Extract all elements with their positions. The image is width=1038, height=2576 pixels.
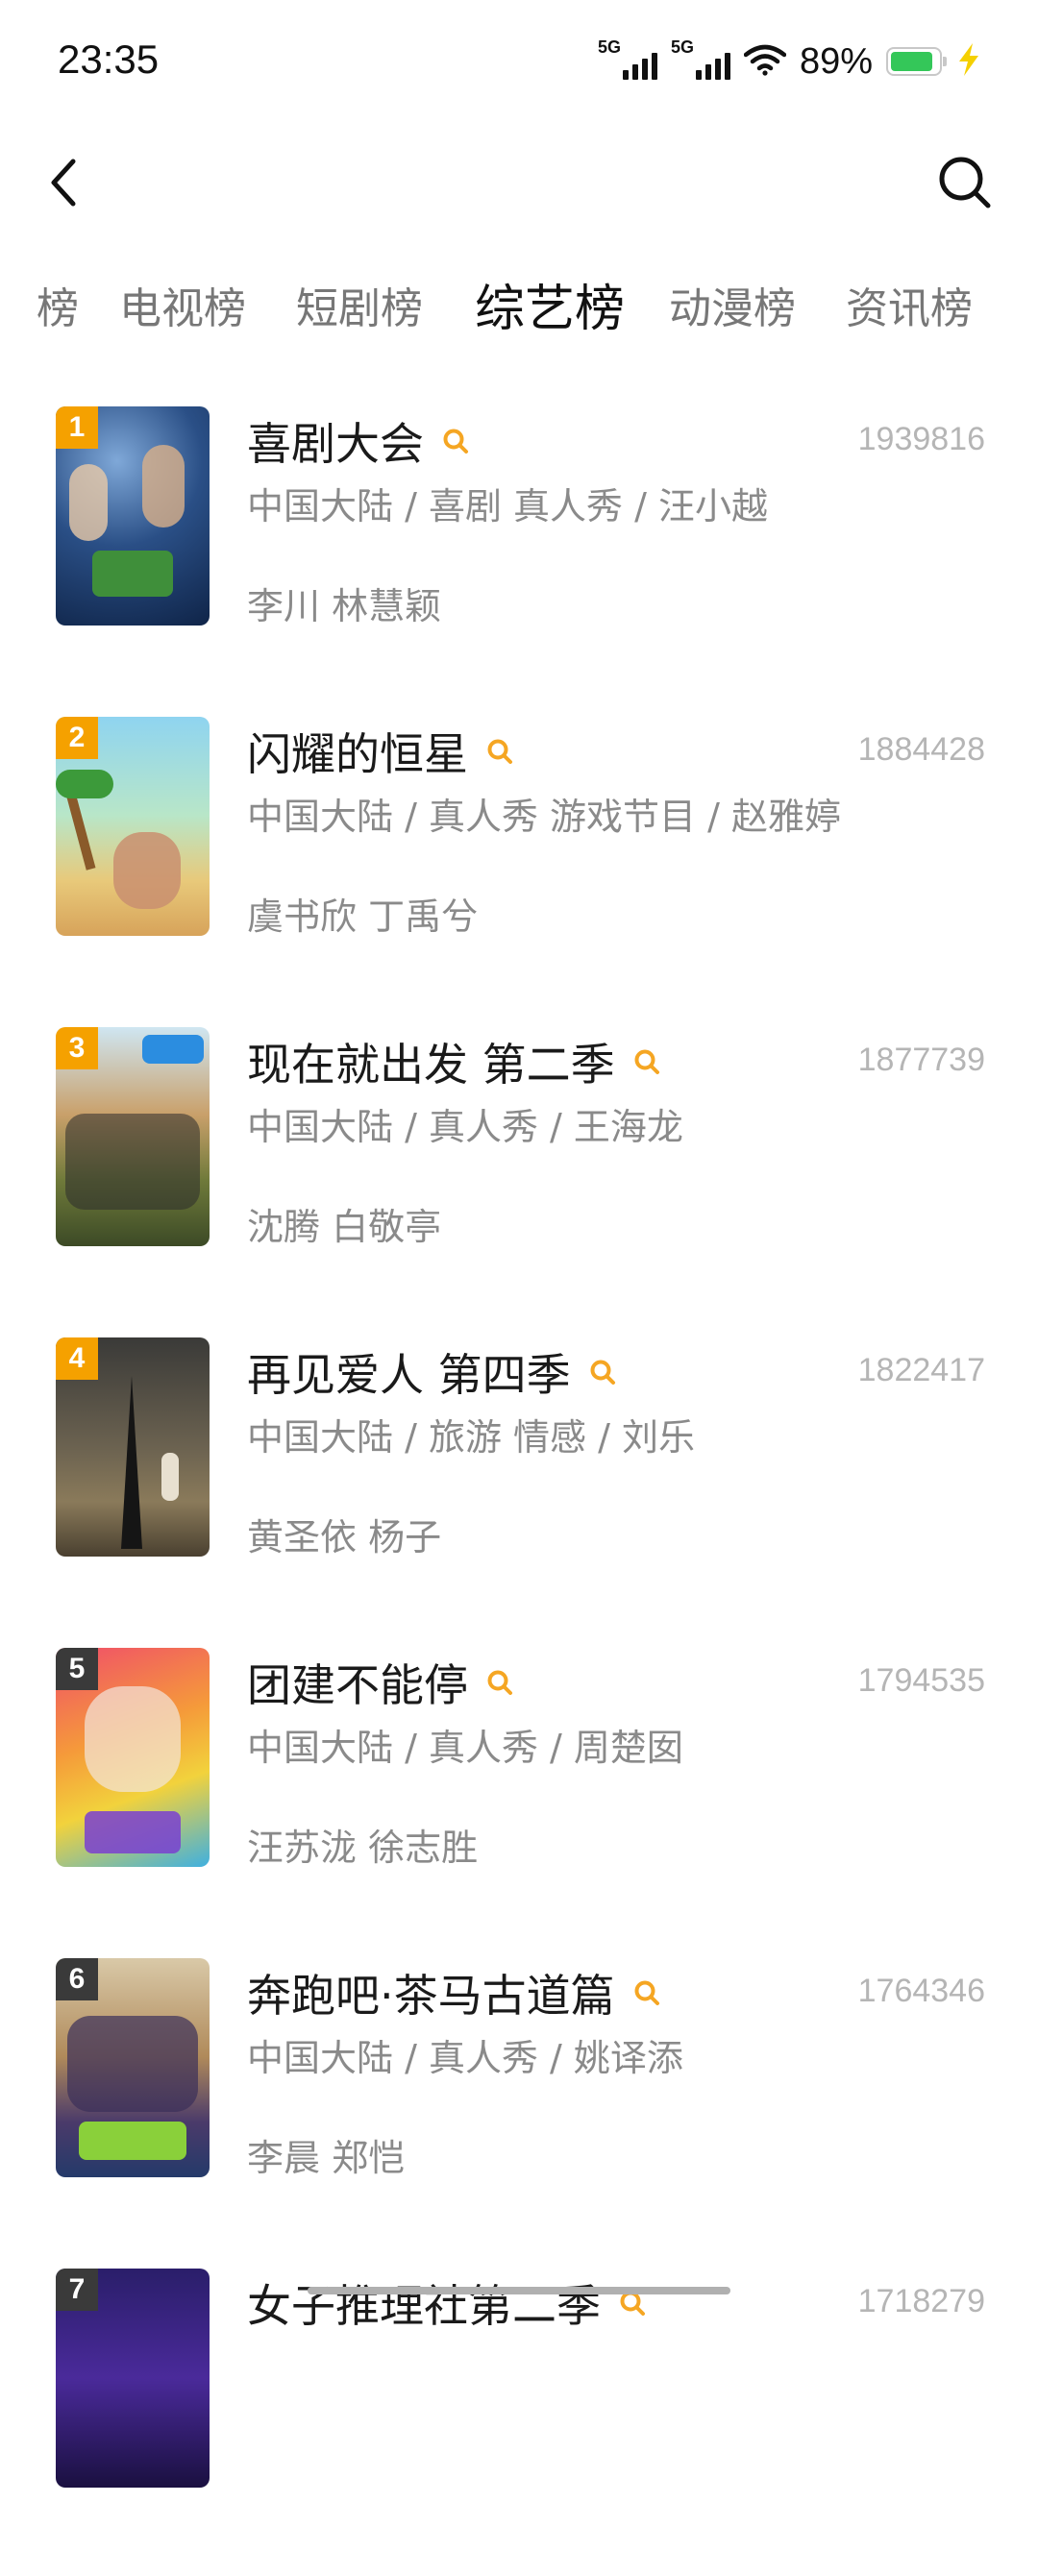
heat-score: 1877739 — [857, 1042, 985, 1078]
wifi-icon — [743, 43, 787, 80]
poster-image[interactable]: 5 — [56, 1648, 210, 1867]
item-cast: 李晨 郑恺 — [247, 2137, 406, 2179]
item-title[interactable]: 闪耀的恒星 — [247, 720, 468, 783]
heat-score: 1884428 — [857, 731, 985, 768]
back-button[interactable] — [35, 144, 92, 221]
heat-score: 1822417 — [857, 1352, 985, 1388]
list-item[interactable]: 7 女子推理社第二季 1718279 — [0, 2266, 1038, 2576]
rank-badge: 1 — [56, 406, 98, 449]
item-title[interactable]: 再见爱人 第四季 — [247, 1340, 571, 1404]
item-cast: 虞书欣 丁禹兮 — [247, 895, 479, 938]
rank-badge: 4 — [56, 1337, 98, 1380]
list-item[interactable]: 4 再见爱人 第四季 1822417 中国大陆 / 旅游 情感 / 刘乐 黄圣依… — [0, 1335, 1038, 1645]
tab-variety[interactable]: 综艺榜 — [475, 274, 625, 340]
poster-image[interactable]: 3 — [56, 1027, 210, 1246]
charging-icon — [955, 42, 982, 81]
search-icon[interactable] — [441, 427, 470, 455]
item-cast: 汪苏泷 徐志胜 — [247, 1827, 479, 1869]
search-icon[interactable] — [588, 1358, 617, 1386]
item-title[interactable]: 女子推理社第二季 — [247, 2271, 601, 2335]
heat-score: 1764346 — [857, 1973, 985, 2009]
ranking-tabs: 榜 电视榜 短剧榜 综艺榜 动漫榜 资讯榜 — [0, 274, 1038, 351]
ranking-list: 1 喜剧大会 1939816 中国大陆 / 喜剧 真人秀 / 汪小越 李川 林慧… — [0, 404, 1038, 2576]
heat-score: 1718279 — [857, 2283, 985, 2319]
rank-badge: 5 — [56, 1648, 98, 1690]
list-item[interactable]: 5 团建不能停 1794535 中国大陆 / 真人秀 / 周楚囡 汪苏泷 徐志胜 — [0, 1645, 1038, 1955]
search-button[interactable] — [927, 144, 1003, 221]
item-title[interactable]: 团建不能停 — [247, 1651, 468, 1714]
rank-badge: 2 — [56, 717, 98, 759]
tab-anime[interactable]: 动漫榜 — [669, 274, 796, 335]
rank-badge: 3 — [56, 1027, 98, 1069]
signal-icon-sim1: 5G — [598, 37, 657, 82]
item-meta: 中国大陆 / 真人秀 / 姚译添 — [247, 2037, 683, 2079]
status-icons: 5G 5G 89% — [598, 37, 982, 85]
item-meta: 中国大陆 / 喜剧 真人秀 / 汪小越 — [247, 485, 769, 527]
battery-percent: 89% — [799, 40, 873, 82]
list-item[interactable]: 1 喜剧大会 1939816 中国大陆 / 喜剧 真人秀 / 汪小越 李川 林慧… — [0, 404, 1038, 714]
search-icon[interactable] — [632, 1047, 661, 1076]
item-cast: 李川 林慧颖 — [247, 585, 442, 627]
tab-tv[interactable]: 电视榜 — [119, 274, 246, 335]
poster-image[interactable]: 2 — [56, 717, 210, 936]
search-icon[interactable] — [485, 1668, 514, 1697]
signal-icon-sim2: 5G — [671, 37, 730, 82]
poster-image[interactable]: 1 — [56, 406, 210, 626]
item-meta: 中国大陆 / 真人秀 / 王海龙 — [247, 1106, 683, 1148]
item-title[interactable]: 奔跑吧·茶马古道篇 — [247, 1961, 615, 2024]
search-icon[interactable] — [632, 1978, 661, 2007]
chevron-left-icon — [51, 159, 76, 207]
heat-score: 1939816 — [857, 421, 985, 457]
poster-image[interactable]: 6 — [56, 1958, 210, 2177]
tab-news[interactable]: 资讯榜 — [846, 274, 973, 335]
rank-badge: 7 — [56, 2269, 98, 2311]
search-icon — [939, 157, 991, 209]
item-meta: 中国大陆 / 真人秀 游戏节目 / 赵雅婷 — [247, 796, 842, 838]
list-item[interactable]: 6 奔跑吧·茶马古道篇 1764346 中国大陆 / 真人秀 / 姚译添 李晨 … — [0, 1955, 1038, 2266]
list-item[interactable]: 3 现在就出发 第二季 1877739 中国大陆 / 真人秀 / 王海龙 沈腾 … — [0, 1024, 1038, 1335]
battery-icon — [886, 47, 947, 76]
status-bar: 23:35 5G 5G 89% — [0, 0, 1038, 125]
item-meta: 中国大陆 / 真人秀 / 周楚囡 — [247, 1727, 683, 1769]
item-title[interactable]: 喜剧大会 — [247, 409, 424, 473]
search-icon[interactable] — [485, 737, 514, 766]
item-meta: 中国大陆 / 旅游 情感 / 刘乐 — [247, 1416, 696, 1459]
item-cast: 沈腾 白敬亭 — [247, 1206, 442, 1248]
status-time: 23:35 — [58, 37, 160, 82]
header — [0, 135, 1038, 231]
item-cast: 黄圣依 杨子 — [247, 1516, 442, 1558]
poster-image[interactable]: 7 — [56, 2269, 210, 2488]
heat-score: 1794535 — [857, 1662, 985, 1699]
poster-image[interactable]: 4 — [56, 1337, 210, 1557]
tab-partial[interactable]: 榜 — [37, 274, 79, 335]
item-title[interactable]: 现在就出发 第二季 — [247, 1030, 615, 1093]
home-indicator[interactable] — [308, 2287, 730, 2294]
rank-badge: 6 — [56, 1958, 98, 2000]
list-item[interactable]: 2 闪耀的恒星 1884428 中国大陆 / 真人秀 游戏节目 / 赵雅婷 虞书… — [0, 714, 1038, 1024]
tab-short-drama[interactable]: 短剧榜 — [296, 274, 423, 335]
